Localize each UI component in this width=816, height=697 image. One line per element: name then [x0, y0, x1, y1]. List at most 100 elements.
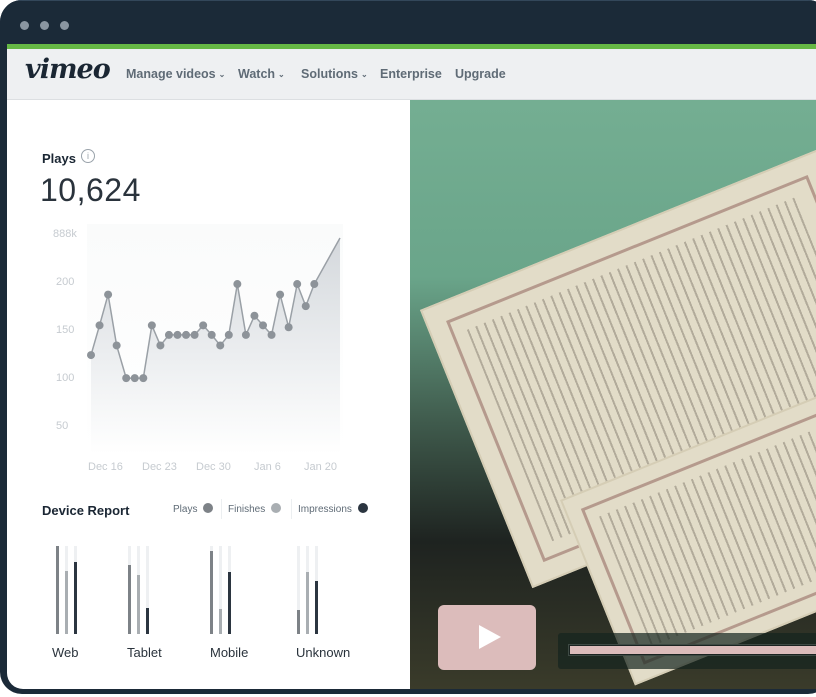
- data-point[interactable]: [139, 374, 148, 383]
- nav-solutions[interactable]: Solutions ⌄: [301, 67, 368, 81]
- legend-impressions[interactable]: Impressions: [298, 503, 368, 515]
- progress-bar-container: [558, 633, 816, 669]
- bar-impressions: [315, 581, 318, 634]
- plays-total: 10,624: [40, 172, 141, 208]
- nav-label: Manage videos: [126, 67, 216, 81]
- y-tick-label: 50: [56, 420, 68, 432]
- device-label: Unknown: [296, 645, 351, 660]
- data-point[interactable]: [190, 330, 199, 339]
- bar-track-impressions: [146, 546, 149, 634]
- data-point[interactable]: [199, 321, 208, 330]
- bar-plays: [56, 546, 59, 634]
- nav-upgrade[interactable]: Upgrade: [455, 67, 506, 81]
- device-group-mobile[interactable]: [210, 546, 270, 636]
- device-group-web[interactable]: [56, 546, 116, 636]
- data-point[interactable]: [250, 311, 259, 320]
- info-icon[interactable]: i: [81, 149, 95, 163]
- nav-label: Solutions: [301, 67, 358, 81]
- nav-enterprise[interactable]: Enterprise: [380, 67, 442, 81]
- bar-track-impressions: [228, 546, 231, 634]
- title-bar: [0, 0, 816, 44]
- data-point[interactable]: [284, 323, 293, 332]
- bar-track-plays: [128, 546, 131, 634]
- data-point[interactable]: [276, 290, 285, 299]
- chevron-down-icon: ⌄: [218, 70, 226, 79]
- bar-finishes: [137, 575, 140, 634]
- legend-plays[interactable]: Plays: [173, 503, 214, 515]
- bar-track-plays: [210, 546, 213, 634]
- y-tick-label: 200: [56, 276, 74, 288]
- data-point[interactable]: [147, 321, 156, 330]
- bar-track-finishes: [137, 546, 140, 634]
- x-tick-label: Dec 16: [88, 461, 123, 473]
- close-window-dot[interactable]: [20, 21, 29, 30]
- progress-fill: [570, 646, 816, 654]
- x-tick-label: Jan 6: [254, 461, 281, 473]
- nav-label: Watch: [238, 67, 276, 81]
- data-point[interactable]: [104, 290, 113, 299]
- bar-finishes: [219, 609, 222, 634]
- data-point[interactable]: [267, 330, 276, 339]
- bar-impressions: [74, 561, 77, 634]
- data-point[interactable]: [293, 280, 302, 289]
- chevron-down-icon: ⌄: [278, 70, 285, 79]
- analytics-panel: Plays i 10,624 888k 200 150 100 50 Dec 16 Dec: [7, 100, 410, 689]
- data-point[interactable]: [182, 330, 191, 339]
- legend-label: Impressions: [298, 504, 352, 515]
- x-tick-label: Dec 23: [142, 461, 177, 473]
- device-report-title: Device Report: [42, 503, 130, 518]
- data-point[interactable]: [224, 330, 233, 339]
- plays-chart: 888k 200 150 100 50 Dec 16 Dec 23 Dec 30 Jan 6 J…: [53, 224, 343, 473]
- legend-divider: [291, 499, 292, 519]
- legend-label: Plays: [173, 504, 198, 515]
- bar-finishes: [306, 572, 309, 634]
- legend-label: Finishes: [228, 504, 266, 515]
- video-player[interactable]: [410, 100, 816, 689]
- data-point[interactable]: [95, 321, 104, 330]
- data-point[interactable]: [122, 374, 131, 383]
- device-group-tablet[interactable]: [128, 546, 188, 636]
- x-tick-label: Dec 30: [196, 461, 231, 473]
- data-point[interactable]: [112, 341, 121, 350]
- chevron-down-icon: ⌄: [360, 70, 368, 79]
- legend-swatch-plays: [203, 503, 214, 513]
- bar-impressions: [146, 608, 149, 634]
- y-tick-label: 888k: [53, 228, 77, 240]
- top-navbar: vimeo Manage videos ⌄ Watch ⌄ Solutions ⌄ E…: [7, 49, 816, 100]
- legend-swatch-impressions: [357, 503, 368, 513]
- bar-track-plays: [297, 546, 300, 634]
- minimize-window-dot[interactable]: [40, 21, 49, 30]
- play-button[interactable]: [438, 605, 536, 670]
- nav-manage-videos[interactable]: Manage videos ⌄: [126, 67, 225, 81]
- device-group-unknown[interactable]: [297, 546, 357, 636]
- legend-divider: [221, 499, 222, 519]
- bar-track-finishes: [65, 546, 68, 634]
- progress-bar[interactable]: [568, 644, 816, 656]
- data-point[interactable]: [301, 302, 310, 311]
- data-point[interactable]: [207, 330, 216, 339]
- data-point[interactable]: [259, 321, 267, 330]
- vimeo-logo[interactable]: vimeo: [25, 54, 111, 85]
- maximize-window-dot[interactable]: [60, 21, 69, 30]
- browser-window: vimeo Manage videos ⌄ Watch ⌄ Solutions ⌄ E…: [0, 0, 816, 694]
- bar-track-finishes: [219, 546, 222, 634]
- data-point[interactable]: [241, 330, 250, 339]
- bar-track-impressions: [315, 546, 318, 634]
- x-tick-label: Jan 20: [304, 461, 337, 473]
- data-point[interactable]: [173, 330, 182, 339]
- y-tick-label: 150: [56, 324, 74, 336]
- data-point[interactable]: [130, 374, 139, 383]
- nav-watch[interactable]: Watch ⌄: [238, 67, 285, 81]
- data-point[interactable]: [156, 341, 165, 350]
- bar-plays: [297, 610, 300, 634]
- data-point[interactable]: [216, 341, 225, 350]
- device-label: Mobile: [210, 645, 249, 660]
- data-point[interactable]: [310, 280, 319, 289]
- legend-finishes[interactable]: Finishes: [228, 503, 282, 515]
- data-point[interactable]: [233, 280, 242, 289]
- data-point[interactable]: [87, 351, 95, 360]
- bar-plays: [210, 551, 213, 634]
- bar-track-finishes: [306, 546, 309, 634]
- device-label: Tablet: [127, 645, 162, 660]
- data-point[interactable]: [164, 330, 173, 339]
